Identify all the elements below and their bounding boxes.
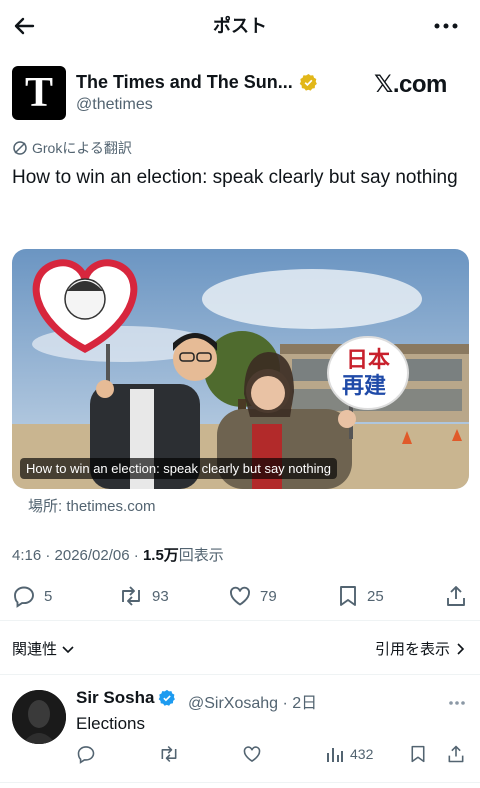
more-horizontal-icon	[434, 23, 458, 29]
author-avatar[interactable]: T	[12, 66, 66, 120]
tweet-text: How to win an election: speak clearly bu…	[12, 167, 458, 188]
reply-avatar[interactable]	[12, 690, 66, 744]
location-link[interactable]: 場所: thetimes.com	[28, 495, 156, 516]
avatar-letter: T	[24, 70, 53, 116]
reply-more-button[interactable]	[448, 690, 466, 711]
repost-icon	[122, 586, 140, 606]
reply-author-name[interactable]: Sir Sosha	[76, 688, 176, 708]
media-photo: 日本 再建	[12, 249, 469, 489]
translation-label-text: Grokによる翻訳	[32, 140, 132, 156]
heart-icon	[243, 746, 261, 763]
reply-repost-button[interactable]	[158, 744, 180, 764]
share-button[interactable]	[444, 584, 468, 608]
avatar-image	[12, 690, 66, 744]
svg-text:日本: 日本	[346, 348, 390, 373]
divider	[0, 674, 480, 675]
author-name-text: The Times and The Sun...	[76, 72, 293, 92]
reply-view-count: 432	[350, 746, 374, 762]
source-logo: 𝕏.com	[374, 71, 447, 98]
verified-gold-badge-icon	[299, 73, 317, 91]
more-options-button[interactable]	[430, 12, 462, 40]
page-title: ポスト	[213, 16, 267, 36]
show-quotes-label: 引用を表示	[374, 641, 450, 658]
reply-bookmark-button[interactable]	[409, 744, 427, 764]
author-handle[interactable]: @thetimes	[76, 96, 153, 114]
repost-icon	[161, 745, 177, 763]
verified-blue-badge-icon	[159, 689, 176, 706]
reply-text: Elections	[76, 714, 145, 733]
bookmark-icon	[340, 586, 356, 606]
reply-icon	[14, 586, 34, 608]
heart-icon	[230, 586, 250, 606]
chevron-right-icon	[457, 642, 465, 655]
divider	[0, 782, 480, 783]
reply-share-button[interactable]	[446, 744, 466, 764]
bookmark-count: 25	[367, 587, 384, 605]
repost-button[interactable]: 93	[118, 584, 169, 608]
show-quotes-link[interactable]: 引用を表示	[375, 638, 466, 659]
media-caption: How to win an election: speak clearly bu…	[20, 458, 337, 479]
views-count: 1.5万	[142, 547, 179, 564]
sort-relevance-dropdown[interactable]: 関連性	[12, 638, 75, 659]
timestamp[interactable]: 4:16 · 2026/02/06 ·	[12, 547, 143, 564]
sort-label: 関連性	[12, 641, 58, 658]
reply-handle[interactable]: @SirXosahg · 2日	[188, 689, 317, 713]
like-button[interactable]: 79	[228, 584, 277, 608]
bookmark-button[interactable]: 25	[337, 584, 384, 608]
author-name[interactable]: The Times and The Sun...	[76, 72, 318, 93]
analytics-icon	[327, 748, 343, 762]
tweet-media[interactable]: 日本 再建	[12, 249, 469, 489]
reply-like-button[interactable]	[242, 744, 262, 764]
share-icon	[447, 586, 465, 606]
tweet-meta: 4:16 · 2026/02/06 · 1.5万回表示	[12, 544, 224, 565]
svg-text:再建: 再建	[342, 374, 386, 399]
reply-author-name-text: Sir Sosha	[76, 688, 155, 707]
bookmark-icon	[411, 745, 425, 763]
translate-icon	[13, 141, 27, 155]
translation-label[interactable]: Grokによる翻訳	[12, 138, 132, 158]
reply-views-button[interactable]: 432	[326, 744, 373, 764]
repost-count: 93	[152, 587, 169, 605]
reply-icon	[77, 746, 95, 764]
like-count: 79	[260, 587, 277, 605]
views-label: 回表示	[178, 547, 224, 564]
share-icon	[448, 745, 464, 763]
reply-button[interactable]: 5	[12, 584, 52, 608]
divider	[0, 620, 480, 621]
more-horizontal-icon	[449, 701, 465, 705]
chevron-down-icon	[62, 645, 74, 653]
reply-reply-button[interactable]	[76, 744, 96, 764]
reply-count: 5	[44, 587, 53, 605]
